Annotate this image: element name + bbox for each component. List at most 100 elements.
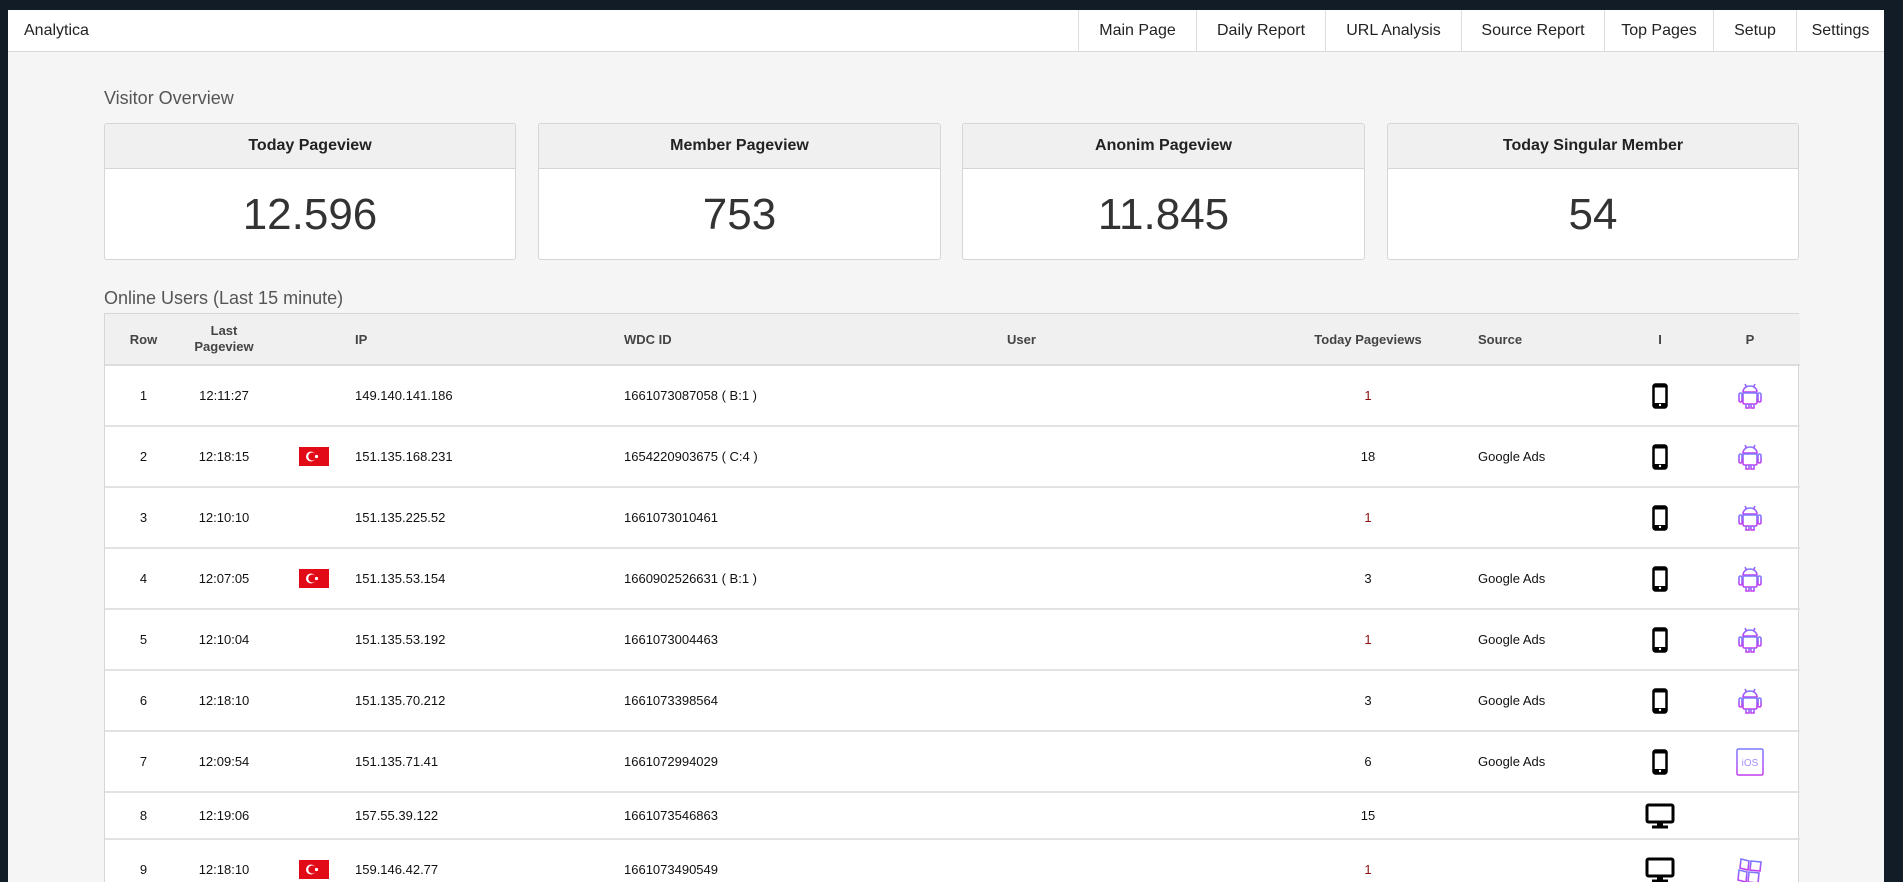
cell-user bbox=[1007, 609, 1285, 671]
cell-wdc-id[interactable]: 1661073004463 bbox=[624, 609, 1007, 671]
cell-ip[interactable]: 151.135.53.154 bbox=[355, 548, 624, 610]
cell-source bbox=[1451, 792, 1605, 840]
cell-last-pageview: 12:09:54 bbox=[182, 731, 266, 793]
windows-icon bbox=[1735, 855, 1765, 882]
phone-icon bbox=[1652, 626, 1668, 653]
nav-url-analysis[interactable]: URL Analysis bbox=[1325, 10, 1461, 51]
top-navbar: Analytica Main Page Daily Report URL Ana… bbox=[8, 10, 1884, 52]
cell-flag bbox=[266, 670, 355, 732]
cell-spacer bbox=[1785, 609, 1800, 671]
cell-wdc-id[interactable]: 1661073490549 bbox=[624, 839, 1007, 882]
nav-daily-report[interactable]: Daily Report bbox=[1196, 10, 1325, 51]
android-icon bbox=[1737, 442, 1763, 472]
app-brand[interactable]: Analytica bbox=[24, 22, 89, 40]
cell-source: Google Ads bbox=[1451, 548, 1605, 610]
cell-spacer bbox=[1785, 487, 1800, 549]
cell-wdc-id[interactable]: 1661072994029 bbox=[624, 731, 1007, 793]
cell-ip[interactable]: 159.146.42.77 bbox=[355, 839, 624, 882]
cell-wdc-id[interactable]: 1661073087058 ( B:1 ) bbox=[624, 365, 1007, 427]
card-label: Today Singular Member bbox=[1388, 124, 1798, 169]
cell-ip[interactable]: 151.135.53.192 bbox=[355, 609, 624, 671]
nav-setup[interactable]: Setup bbox=[1713, 10, 1796, 51]
table-row[interactable]: 5 12:10:04 151.135.53.192 1661073004463 1 Goo… bbox=[105, 609, 1800, 671]
cell-wdc-id[interactable]: 1660902526631 ( B:1 ) bbox=[624, 548, 1007, 610]
cell-user bbox=[1007, 426, 1285, 488]
android-icon bbox=[1737, 564, 1763, 594]
table-row[interactable]: 2 12:18:15 151.135.168.231 1654220903675 ( … bbox=[105, 426, 1800, 488]
col-row[interactable]: Row bbox=[105, 314, 182, 366]
cell-row: 9 bbox=[105, 839, 182, 882]
cell-wdc-id[interactable]: 1661073546863 bbox=[624, 792, 1007, 840]
cell-last-pageview: 12:18:10 bbox=[182, 839, 266, 882]
cell-ip[interactable]: 149.140.141.186 bbox=[355, 365, 624, 427]
cell-ip[interactable]: 151.135.168.231 bbox=[355, 426, 624, 488]
table-row[interactable]: 1 12:11:27 149.140.141.186 1661073087058 ( … bbox=[105, 365, 1800, 427]
online-users-table: Row Last Pageview IP WDC ID User Today P… bbox=[104, 313, 1800, 882]
cell-wdc-id[interactable]: 1661073398564 bbox=[624, 670, 1007, 732]
cell-device bbox=[1605, 487, 1715, 549]
col-ip[interactable]: IP bbox=[355, 314, 624, 366]
cell-spacer bbox=[1785, 792, 1800, 840]
cell-last-pageview: 12:18:15 bbox=[182, 426, 266, 488]
phone-icon bbox=[1652, 443, 1668, 470]
cell-wdc-id[interactable]: 1654220903675 ( C:4 ) bbox=[624, 426, 1007, 488]
cell-source: Google Ads bbox=[1451, 731, 1605, 793]
desktop-icon bbox=[1645, 803, 1675, 829]
cell-ip[interactable]: 151.135.70.212 bbox=[355, 670, 624, 732]
card-today-singular-member: Today Singular Member 54 bbox=[1387, 123, 1799, 260]
cell-wdc-id[interactable]: 1661073010461 bbox=[624, 487, 1007, 549]
col-today-pageviews[interactable]: Today Pageviews bbox=[1285, 314, 1451, 366]
cell-device bbox=[1605, 426, 1715, 488]
nav-top-pages[interactable]: Top Pages bbox=[1604, 10, 1713, 51]
table-row[interactable]: 4 12:07:05 151.135.53.154 1660902526631 ( B… bbox=[105, 548, 1800, 610]
cell-device bbox=[1605, 792, 1715, 840]
cell-ip[interactable]: 157.55.39.122 bbox=[355, 792, 624, 840]
cell-today-pageviews: 1 bbox=[1285, 609, 1451, 671]
app-window: Analytica Main Page Daily Report URL Ana… bbox=[8, 10, 1884, 882]
table-row[interactable]: 7 12:09:54 151.135.71.41 1661072994029 6 Goog… bbox=[105, 731, 1800, 793]
cell-platform bbox=[1715, 548, 1785, 610]
card-today-pageview: Today Pageview 12.596 bbox=[104, 123, 516, 260]
card-value: 11.845 bbox=[1097, 189, 1230, 239]
cell-ip[interactable]: 151.135.225.52 bbox=[355, 487, 624, 549]
cell-source: Google Ads bbox=[1451, 670, 1605, 732]
col-last-pageview[interactable]: Last Pageview bbox=[182, 314, 266, 366]
col-platform[interactable]: P bbox=[1715, 314, 1785, 366]
cell-spacer bbox=[1785, 365, 1800, 427]
nav-settings[interactable]: Settings bbox=[1796, 10, 1884, 51]
table-row[interactable]: 9 12:18:10 159.146.42.77 1661073490549 1 bbox=[105, 839, 1800, 882]
col-user[interactable]: User bbox=[1007, 314, 1285, 366]
col-device[interactable]: I bbox=[1605, 314, 1715, 366]
col-wdc-id[interactable]: WDC ID bbox=[624, 314, 1007, 366]
col-source[interactable]: Source bbox=[1451, 314, 1605, 366]
cell-platform bbox=[1715, 426, 1785, 488]
table-row[interactable]: 8 12:19:06 157.55.39.122 1661073546863 15 bbox=[105, 792, 1800, 840]
phone-icon bbox=[1652, 504, 1668, 531]
cell-ip[interactable]: 151.135.71.41 bbox=[355, 731, 624, 793]
phone-icon bbox=[1652, 565, 1668, 592]
cell-row: 7 bbox=[105, 731, 182, 793]
cell-flag bbox=[266, 548, 355, 610]
cell-user bbox=[1007, 487, 1285, 549]
cell-row: 6 bbox=[105, 670, 182, 732]
cell-last-pageview: 12:10:10 bbox=[182, 487, 266, 549]
android-icon bbox=[1737, 381, 1763, 411]
visitor-overview-title: Visitor Overview bbox=[104, 88, 234, 108]
cell-platform bbox=[1715, 609, 1785, 671]
cell-row: 4 bbox=[105, 548, 182, 610]
cell-platform bbox=[1715, 670, 1785, 732]
cell-user bbox=[1007, 792, 1285, 840]
android-icon bbox=[1737, 503, 1763, 533]
turkey-flag-icon bbox=[299, 447, 329, 466]
cell-today-pageviews: 15 bbox=[1285, 792, 1451, 840]
android-icon bbox=[1737, 625, 1763, 655]
nav-main-page[interactable]: Main Page bbox=[1078, 10, 1196, 51]
cell-today-pageviews: 3 bbox=[1285, 548, 1451, 610]
nav-source-report[interactable]: Source Report bbox=[1461, 10, 1604, 51]
cell-spacer bbox=[1785, 548, 1800, 610]
table-row[interactable]: 6 12:18:10 151.135.70.212 1661073398564 3 Goo… bbox=[105, 670, 1800, 732]
cell-device bbox=[1605, 548, 1715, 610]
card-label: Today Pageview bbox=[105, 124, 515, 169]
table-row[interactable]: 3 12:10:10 151.135.225.52 1661073010461 1 bbox=[105, 487, 1800, 549]
cell-today-pageviews: 3 bbox=[1285, 670, 1451, 732]
